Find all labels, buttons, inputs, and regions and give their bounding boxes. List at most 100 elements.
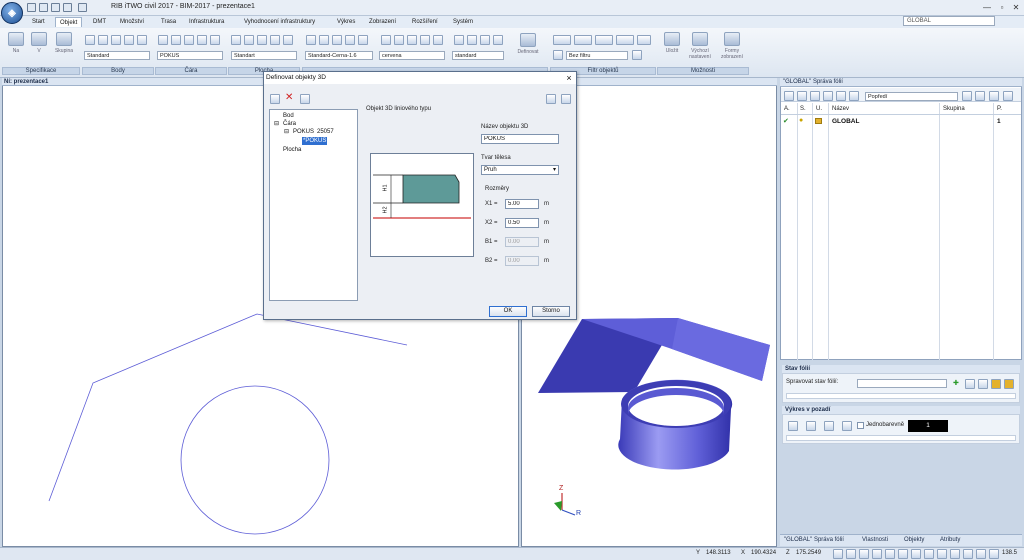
filter-tool-icon[interactable] — [637, 35, 651, 45]
maximize-button[interactable]: ▫ — [995, 2, 1009, 13]
area-tool-icon[interactable] — [283, 35, 293, 45]
layer-tool-icon[interactable] — [823, 91, 833, 101]
text-tool-icon[interactable] — [493, 35, 503, 45]
cancel-button[interactable]: Storno — [532, 306, 570, 317]
point-tool-icon[interactable] — [124, 35, 134, 45]
menu-infrastruktura[interactable]: Infrastruktura — [185, 17, 228, 27]
status-tool-icon[interactable] — [911, 549, 921, 559]
col-skupina-header[interactable]: Skupina — [943, 106, 965, 112]
status-tool-icon[interactable] — [937, 549, 947, 559]
area-tool-icon[interactable] — [231, 35, 241, 45]
filter-icon[interactable] — [989, 91, 999, 101]
tree-item-pokus[interactable]: POKUS — [293, 128, 314, 136]
close-window-button[interactable]: ✕ — [1009, 2, 1023, 13]
filter-settings-icon[interactable] — [553, 50, 563, 60]
layer-tool-icon[interactable] — [962, 91, 972, 101]
text-tool-icon[interactable] — [480, 35, 490, 45]
area-style-select[interactable]: Standart — [231, 51, 297, 60]
tree-expand-icon[interactable]: ⊟ — [274, 120, 279, 128]
filter-tool-icon[interactable] — [616, 35, 634, 45]
layer-tool-icon[interactable] — [836, 91, 846, 101]
formy-zobrazeni-button[interactable]: Formy zobrazení — [718, 32, 746, 64]
lock-icon[interactable] — [815, 118, 822, 124]
app-menu-button[interactable]: ◈ — [1, 2, 23, 24]
area-tool-icon[interactable] — [270, 35, 280, 45]
area-tool-icon[interactable] — [257, 35, 267, 45]
solid-tool-icon[interactable] — [358, 35, 368, 45]
skupina-button[interactable]: Skupina — [51, 32, 77, 64]
state-tool-icon[interactable] — [991, 379, 1001, 389]
filter-tool-icon[interactable] — [574, 35, 592, 45]
col-p-header[interactable]: P. — [997, 106, 1002, 112]
status-tool-icon[interactable] — [924, 549, 934, 559]
tree-expand-icon[interactable]: ⊟ — [284, 128, 289, 136]
state-tool-icon[interactable] — [1004, 379, 1014, 389]
layer-tool-icon[interactable] — [810, 91, 820, 101]
status-tool-icon[interactable] — [833, 549, 843, 559]
filter-tool-icon[interactable] — [595, 35, 613, 45]
stav-select[interactable] — [857, 379, 947, 388]
import-icon[interactable] — [546, 94, 556, 104]
definovat-button[interactable]: Definovat — [513, 33, 543, 65]
state-tool-icon[interactable] — [965, 379, 975, 389]
menu-dmt[interactable]: DMT — [89, 17, 110, 27]
status-tool-icon[interactable] — [898, 549, 908, 559]
line-tool-icon[interactable] — [158, 35, 168, 45]
filter-apply-icon[interactable] — [632, 50, 642, 60]
color-tool-icon[interactable] — [381, 35, 391, 45]
text-style-select[interactable]: standard — [452, 51, 504, 60]
solid-tool-icon[interactable] — [319, 35, 329, 45]
color-select[interactable]: cervena — [379, 51, 445, 60]
status-tool-icon[interactable] — [976, 549, 986, 559]
save-object-icon[interactable] — [300, 94, 310, 104]
zoom-icon[interactable] — [989, 549, 999, 559]
point-tool-icon[interactable] — [111, 35, 121, 45]
solid-tool-icon[interactable] — [332, 35, 342, 45]
solid-style-select[interactable]: Standard-Cerna-1.6 — [305, 51, 373, 60]
menu-objekt[interactable]: Objekt — [55, 17, 83, 27]
tab-objekty[interactable]: Objekty — [904, 536, 924, 544]
x1-input[interactable] — [505, 199, 539, 209]
filter-tool-icon[interactable] — [553, 35, 571, 45]
status-tool-icon[interactable] — [963, 549, 973, 559]
menu-rozsireni[interactable]: Rozšíření — [408, 17, 442, 27]
menu-vyhodnoceni[interactable]: Vyhodnocení infrastruktury — [240, 17, 319, 27]
background-tool-icon[interactable] — [788, 421, 798, 431]
menu-vykres[interactable]: Výkres — [333, 17, 359, 27]
ulozit-button[interactable]: Uložit — [659, 32, 685, 64]
tree-item-pokus-selected[interactable]: *POKUS — [302, 137, 328, 145]
vychozi-nastaveni-button[interactable]: Výchozí nastavení — [686, 32, 714, 64]
shape-select[interactable]: Pruh ▾ — [481, 165, 559, 175]
state-tool-icon[interactable] — [978, 379, 988, 389]
layer-tool-icon[interactable] — [1003, 91, 1013, 101]
tree-item-bod[interactable]: Bod — [283, 112, 294, 120]
ok-button[interactable]: OK — [489, 306, 527, 317]
x2-input[interactable] — [505, 218, 539, 228]
add-state-icon[interactable]: ✚ — [953, 379, 959, 387]
save-icon[interactable] — [27, 3, 36, 12]
color-tool-icon[interactable] — [394, 35, 404, 45]
color-tool-icon[interactable] — [420, 35, 430, 45]
point-tool-icon[interactable] — [85, 35, 95, 45]
color-swatch[interactable]: 1 — [908, 420, 948, 432]
line-style-select[interactable]: POKUS — [157, 51, 223, 60]
new-object-icon[interactable] — [270, 94, 280, 104]
menu-zobrazeni[interactable]: Zobrazení — [365, 17, 400, 27]
jednobarevne-checkbox[interactable] — [857, 422, 864, 429]
status-tool-icon[interactable] — [950, 549, 960, 559]
text-tool-icon[interactable] — [467, 35, 477, 45]
col-a-header[interactable]: A. — [784, 106, 790, 112]
status-tool-icon[interactable] — [846, 549, 856, 559]
color-tool-icon[interactable] — [433, 35, 443, 45]
layer-view-select[interactable]: Popředí — [865, 92, 958, 101]
stav-scrollbar[interactable] — [786, 393, 1016, 399]
undo-icon[interactable] — [63, 3, 72, 12]
solid-tool-icon[interactable] — [306, 35, 316, 45]
vykres-scrollbar[interactable] — [786, 435, 1016, 441]
workspace-select[interactable]: GLOBAL — [903, 16, 995, 26]
minimize-button[interactable]: — — [980, 2, 994, 13]
tree-item-plocha[interactable]: Plocha — [283, 146, 301, 154]
delete-icon[interactable]: ✕ — [285, 92, 293, 104]
export-icon[interactable] — [561, 94, 571, 104]
text-tool-icon[interactable] — [454, 35, 464, 45]
